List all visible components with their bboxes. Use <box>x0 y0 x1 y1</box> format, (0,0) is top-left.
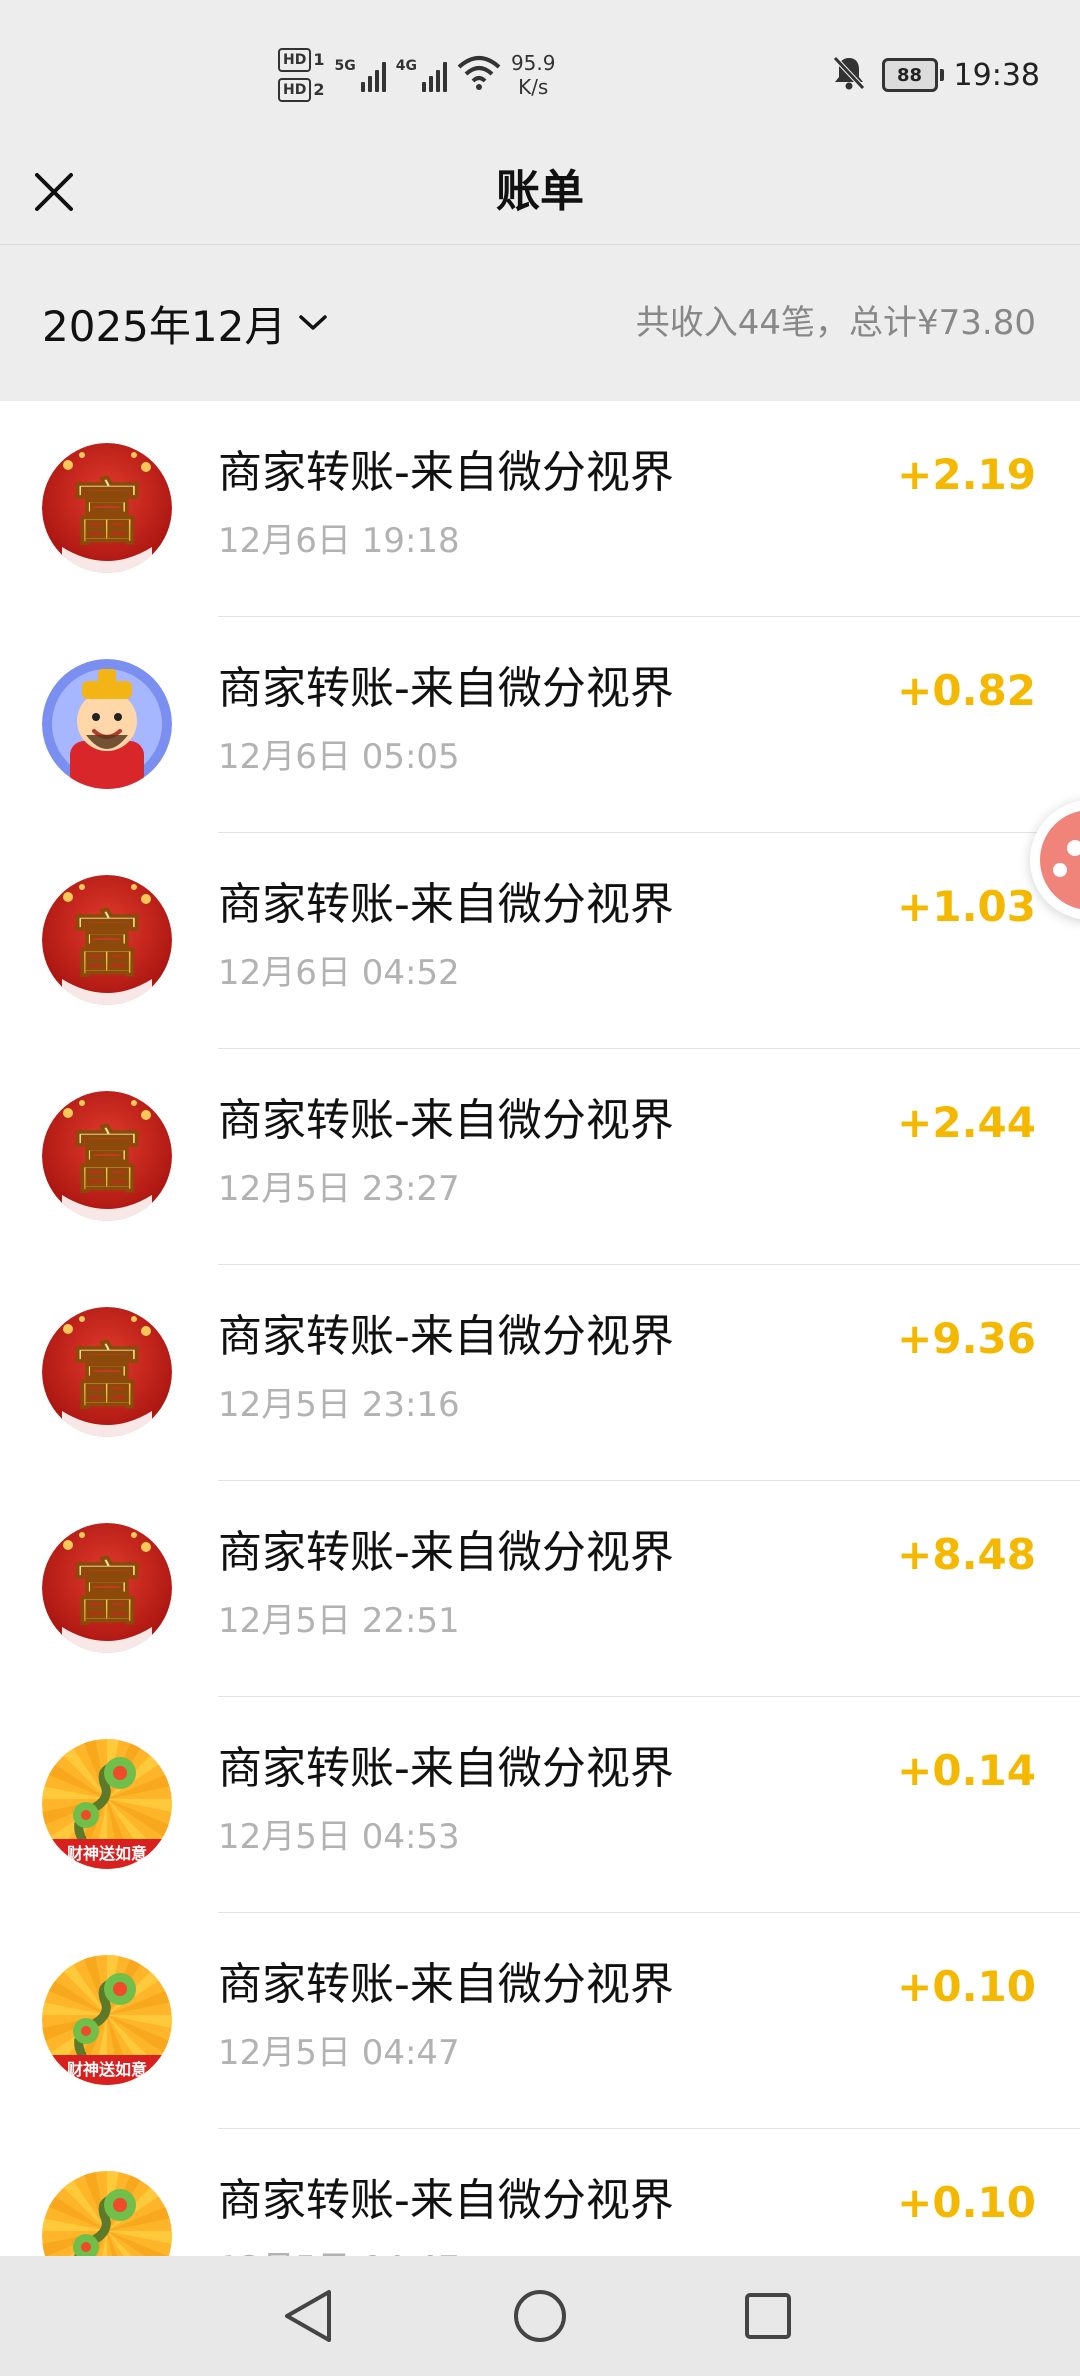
close-icon <box>35 173 73 211</box>
bill-time: 12月5日 22:51 <box>218 1601 460 1641</box>
bill-time: 12月6日 04:52 <box>218 953 460 993</box>
summary-bar: 2025年12月 共收入44笔，总计¥73.80 <box>0 245 1080 401</box>
bill-title: 商家转账-来自微分视界 <box>218 1743 674 1794</box>
bill-amount: +2.44 <box>897 1098 1036 1147</box>
chevron-down-icon <box>299 315 328 330</box>
bill-list-item[interactable]: 商家转账-来自微分视界 12月6日 05:05 +0.82 <box>0 617 1080 833</box>
income-summary-text: 共收入44笔，总计¥73.80 <box>635 303 1036 343</box>
bill-amount: +8.48 <box>897 1530 1036 1579</box>
hd1-sub: 1 <box>313 50 325 69</box>
status-bar: HD 1 HD 2 5G 4G 95.9 K/s 88 19:38 <box>0 0 1080 140</box>
bill-time: 12月5日 23:27 <box>218 1169 460 1209</box>
bill-title: 商家转账-来自微分视界 <box>218 879 674 930</box>
merchant-avatar: 财神送如意 <box>42 1739 172 1869</box>
bill-amount: +9.36 <box>897 1314 1036 1363</box>
status-time: 19:38 <box>953 57 1040 93</box>
bill-time: 12月5日 23:16 <box>218 1385 460 1425</box>
svg-text:财神送如意: 财神送如意 <box>66 1844 147 1863</box>
hd2-label: HD <box>278 78 312 102</box>
hd1-label: HD <box>278 48 312 72</box>
bill-title: 商家转账-来自微分视界 <box>218 1959 674 2010</box>
back-button[interactable] <box>268 2276 348 2356</box>
bill-time: 12月5日 04:47 <box>218 2247 460 2256</box>
bill-title: 商家转账-来自微分视界 <box>218 447 674 498</box>
merchant-avatar <box>42 659 172 789</box>
bill-list-item[interactable]: 财神送如意 商家转账-来自微分视界 12月5日 04:47 +0.10 <box>0 1913 1080 2129</box>
wifi-icon <box>457 55 501 95</box>
nav-bar: 账单 <box>0 140 1080 244</box>
bill-time: 12月5日 04:47 <box>218 2033 460 2073</box>
home-circle-icon <box>514 2290 566 2342</box>
close-button[interactable] <box>24 156 84 228</box>
bill-list-item[interactable]: 财神送如意 商家转账-来自微分视界 12月5日 04:53 +0.14 <box>0 1697 1080 1913</box>
bill-amount: +0.14 <box>897 1746 1036 1795</box>
bill-list-item[interactable]: 富 商家转账-来自微分视界 12月5日 22:51 +8.48 <box>0 1481 1080 1697</box>
merchant-avatar: 富 <box>42 875 172 1005</box>
bill-time: 12月5日 04:53 <box>218 1817 460 1857</box>
bill-title: 商家转账-来自微分视界 <box>218 1527 674 1578</box>
network-speed: 95.9 K/s <box>511 51 556 99</box>
svg-text:财神送如意: 财神送如意 <box>66 2060 147 2079</box>
bill-list[interactable]: 富 商家转账-来自微分视界 12月6日 19:18 +2.19 商家转账-来自微分视… <box>0 401 1080 2256</box>
signal-5g-icon: 5G <box>334 58 386 92</box>
system-nav-bar <box>0 2256 1080 2376</box>
bill-amount: +1.03 <box>897 882 1036 931</box>
svg-text:富: 富 <box>72 1119 142 1202</box>
month-selector[interactable]: 2025年12月 <box>42 289 328 357</box>
merchant-avatar: 富 <box>42 1091 172 1221</box>
net2-label: 4G <box>395 58 417 74</box>
hd2-sub: 2 <box>313 80 325 99</box>
speed-unit: K/s <box>518 75 549 99</box>
bill-list-item[interactable]: 富 商家转账-来自微分视界 12月5日 23:27 +2.44 <box>0 1049 1080 1265</box>
svg-text:富: 富 <box>72 471 142 554</box>
battery-level: 88 <box>897 64 923 86</box>
bill-amount: +0.82 <box>897 666 1036 715</box>
signal-4g-icon: 4G <box>396 58 447 92</box>
hd-indicators: HD 1 HD 2 <box>278 48 324 102</box>
bill-list-item[interactable]: 富 商家转账-来自微分视界 12月6日 04:52 +1.03 <box>0 833 1080 1049</box>
recents-button[interactable] <box>728 2276 808 2356</box>
bill-amount: +0.10 <box>897 2178 1036 2227</box>
income-summary: 共收入44笔，总计¥73.80 <box>636 289 1036 357</box>
month-label: 2025年12月 <box>42 301 287 351</box>
bill-time: 12月6日 19:18 <box>218 521 460 561</box>
bill-list-item[interactable]: 富 商家转账-来自微分视界 12月6日 19:18 +2.19 <box>0 401 1080 617</box>
bill-title: 商家转账-来自微分视界 <box>218 663 674 714</box>
home-button[interactable] <box>500 2276 580 2356</box>
bill-screen: HD 1 HD 2 5G 4G 95.9 K/s 88 19:38 账单 202… <box>0 0 1080 2376</box>
page-title: 账单 <box>496 166 584 217</box>
merchant-avatar: 财神送如意 <box>42 1955 172 2085</box>
bill-title: 商家转账-来自微分视界 <box>218 1311 674 1362</box>
bill-title: 商家转账-来自微分视界 <box>218 1095 674 1146</box>
back-triangle-icon <box>285 2290 331 2342</box>
svg-text:富: 富 <box>72 903 142 986</box>
battery-icon: 88 <box>881 58 944 92</box>
bill-time: 12月6日 05:05 <box>218 737 460 777</box>
svg-text:富: 富 <box>72 1335 142 1418</box>
merchant-avatar: 财神送如意 <box>42 2171 172 2256</box>
speed-value: 95.9 <box>510 51 556 75</box>
merchant-avatar: 富 <box>42 1307 172 1437</box>
status-right-group: 88 19:38 <box>832 48 1040 102</box>
bell-muted-icon <box>832 55 866 95</box>
bill-amount: +0.10 <box>897 1962 1036 2011</box>
hd1-badge: HD 1 <box>278 48 324 72</box>
net1-label: 5G <box>334 58 356 74</box>
bill-title: 商家转账-来自微分视界 <box>218 2175 674 2226</box>
bill-amount: +2.19 <box>897 450 1036 499</box>
svg-text:富: 富 <box>72 1551 142 1634</box>
status-left-group: HD 1 HD 2 5G 4G 95.9 K/s <box>278 44 555 106</box>
merchant-avatar: 富 <box>42 1523 172 1653</box>
recents-square-icon <box>745 2293 791 2339</box>
bill-list-item[interactable]: 富 商家转账-来自微分视界 12月5日 23:16 +9.36 <box>0 1265 1080 1481</box>
bill-list-item[interactable]: 财神送如意 商家转账-来自微分视界 12月5日 04:47 +0.10 <box>0 2129 1080 2256</box>
hd2-badge: HD 2 <box>278 78 324 102</box>
merchant-avatar: 富 <box>42 443 172 573</box>
